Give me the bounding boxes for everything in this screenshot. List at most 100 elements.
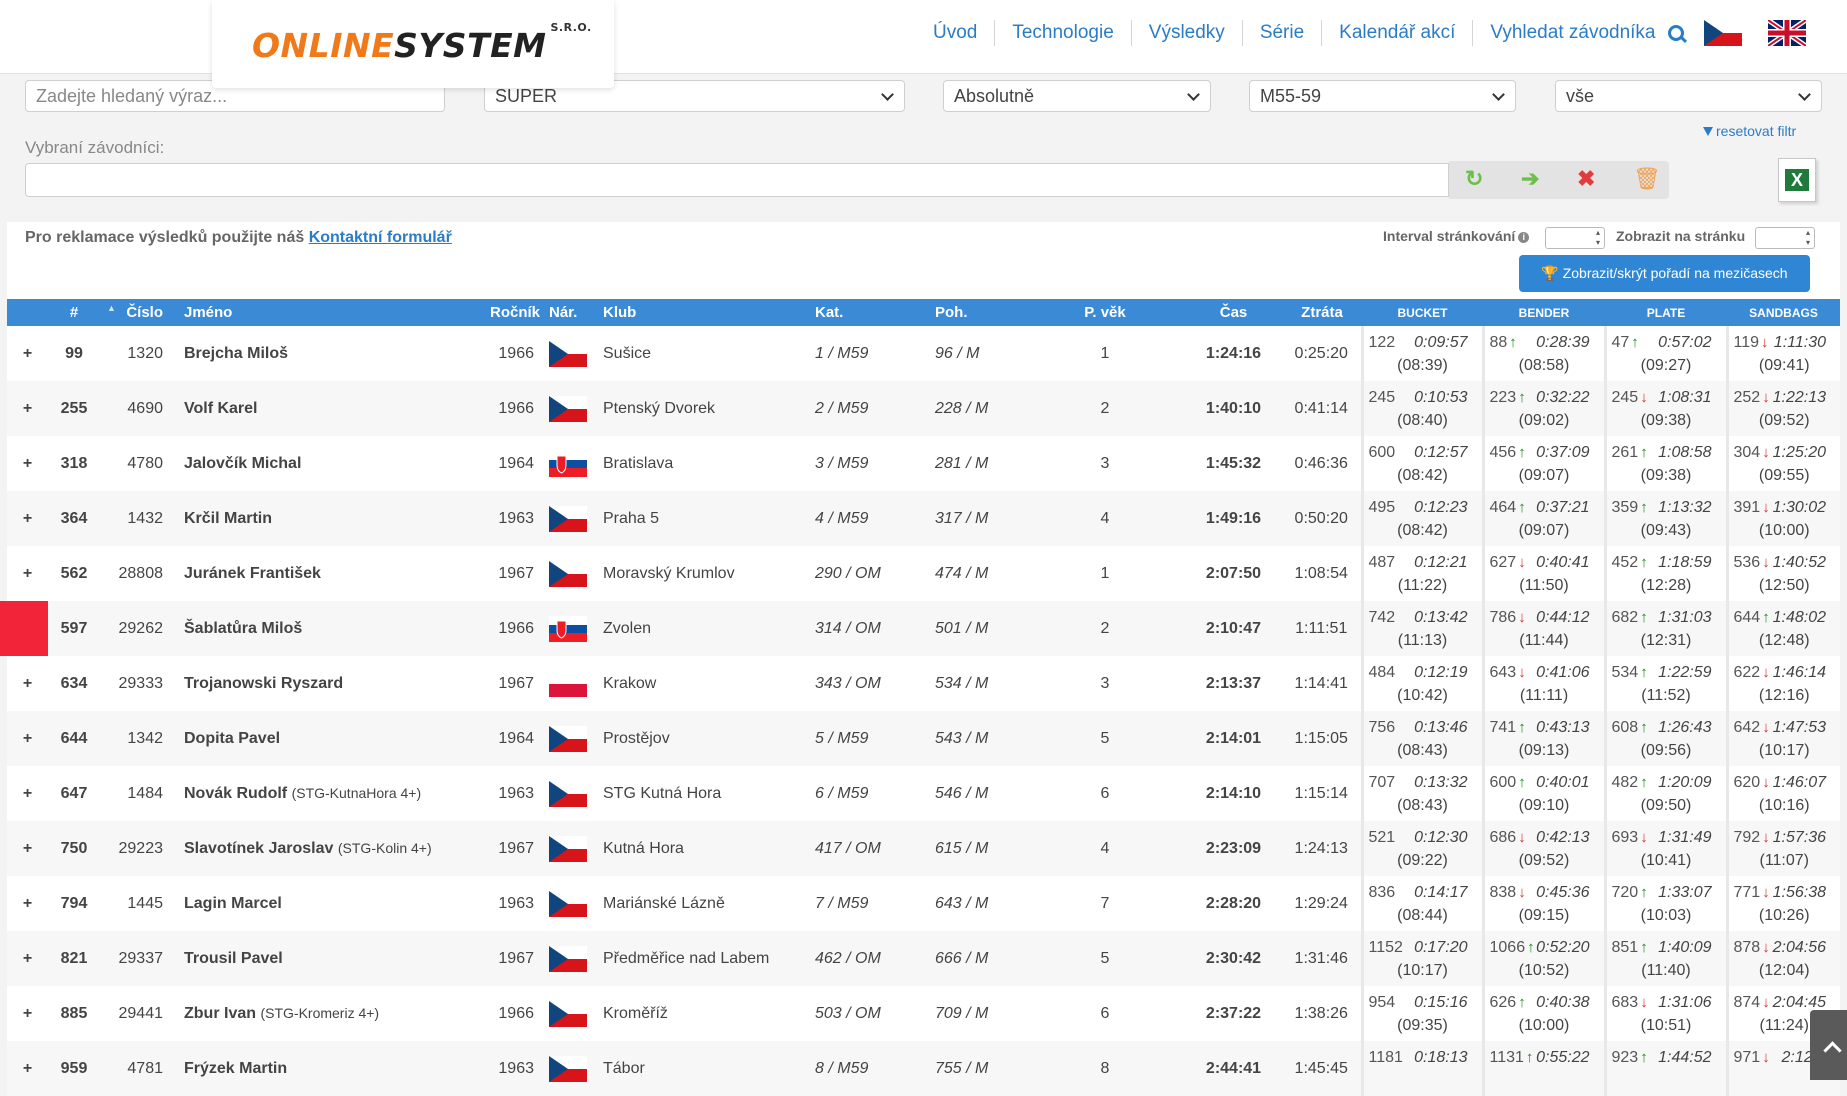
cz-flag-icon[interactable] <box>1704 20 1742 46</box>
row-marker[interactable]: + <box>7 711 48 766</box>
racer-name-cell[interactable]: Dopita Pavel <box>181 711 490 766</box>
expand-plus-icon[interactable]: + <box>23 565 32 582</box>
expand-plus-icon[interactable]: + <box>23 895 32 912</box>
racer-name-cell[interactable]: Juránek František <box>181 546 490 601</box>
table-row[interactable]: +255 4690 Volf Karel 1966 Ptenský Dvorek 2 /… <box>7 381 1840 436</box>
table-row[interactable]: +794 1445 Lagin Marcel 1963 Mariánské Lázně… <box>7 876 1840 931</box>
col-split-bucket[interactable]: BUCKET <box>1362 299 1483 326</box>
racer-name-link[interactable]: Frýzek Martin <box>184 1060 287 1077</box>
uk-flag-icon[interactable] <box>1768 20 1806 46</box>
racer-name-cell[interactable]: Novák Rudolf (STG-KutnaHora 4+) <box>181 766 490 821</box>
arrow-right-icon[interactable]: ➔ <box>1521 167 1539 191</box>
sort-indicator-icon[interactable]: ▲ <box>107 303 116 313</box>
contact-form-link[interactable]: Kontaktní formulář <box>309 229 452 246</box>
row-marker[interactable]: + <box>7 656 48 711</box>
table-row[interactable]: +750 29223 Slavotínek Jaroslav (STG-Kolin … <box>7 821 1840 876</box>
table-row[interactable]: +99 1320 Brejcha Miloš 1966 Sušice 1 / M59 96… <box>7 326 1840 381</box>
racer-name-link[interactable]: Jalovčík Michal <box>184 455 301 472</box>
expand-plus-icon[interactable]: + <box>23 730 32 747</box>
trash-icon[interactable]: 🗑 <box>1633 167 1661 191</box>
racer-name-link[interactable]: Dopita Pavel <box>184 730 280 747</box>
row-marker[interactable]: + <box>7 436 48 491</box>
racer-name-cell[interactable]: Brejcha Miloš <box>181 326 490 381</box>
row-marker[interactable] <box>0 601 48 656</box>
racer-name-link[interactable]: Zbur Ivan <box>184 1005 256 1022</box>
racer-name-link[interactable]: Novák Rudolf <box>184 785 287 802</box>
nav-uvod[interactable]: Úvod <box>916 20 996 46</box>
age-category-select[interactable]: M55-59 <box>1249 80 1516 112</box>
table-row[interactable]: +647 1484 Novák Rudolf (STG-KutnaHora 4+) 1… <box>7 766 1840 821</box>
col-split-bender[interactable]: BENDER <box>1483 299 1605 326</box>
row-marker[interactable]: + <box>7 766 48 821</box>
table-row[interactable]: +634 29333 Trojanowski Ryszard 1967 Krakow 3… <box>7 656 1840 711</box>
row-marker[interactable]: + <box>7 1041 48 1096</box>
table-row[interactable]: +885 29441 Zbur Ivan (STG-Kromeriz 4+) 1966… <box>7 986 1840 1041</box>
expand-plus-icon[interactable]: + <box>23 510 32 527</box>
racer-name-link[interactable]: Juránek František <box>184 565 321 582</box>
per-page-stepper[interactable] <box>1755 227 1815 249</box>
racer-name-link[interactable]: Volf Karel <box>184 400 258 417</box>
col-name[interactable]: Jméno <box>181 299 490 326</box>
racer-name-cell[interactable]: Šablatůra Miloš <box>181 601 490 656</box>
col-year[interactable]: Ročník <box>490 299 549 326</box>
col-split-plate[interactable]: PLATE <box>1605 299 1727 326</box>
expand-plus-icon[interactable]: + <box>23 785 32 802</box>
nav-technologie[interactable]: Technologie <box>995 20 1132 46</box>
racer-name-link[interactable]: Lagin Marcel <box>184 895 282 912</box>
col-category[interactable]: Kat. <box>815 299 935 326</box>
row-marker[interactable]: + <box>7 931 48 986</box>
refresh-icon[interactable]: ↻ <box>1465 167 1483 191</box>
racer-name-link[interactable]: Krčil Martin <box>184 510 272 527</box>
table-row[interactable]: +821 29337 Trousil Pavel 1967 Předměřice na… <box>7 931 1840 986</box>
expand-plus-icon[interactable]: + <box>23 1005 32 1022</box>
racer-name-cell[interactable]: Trousil Pavel <box>181 931 490 986</box>
row-marker[interactable]: + <box>7 986 48 1041</box>
reset-filter-link[interactable]: resetovat filtr <box>1703 123 1796 139</box>
ranking-select[interactable]: Absolutně <box>943 80 1211 112</box>
row-marker[interactable]: + <box>7 381 48 436</box>
expand-plus-icon[interactable]: + <box>23 1060 32 1077</box>
table-row[interactable]: +644 1342 Dopita Pavel 1964 Prostějov 5 / M5… <box>7 711 1840 766</box>
racer-name-link[interactable]: Šablatůra Miloš <box>184 620 302 637</box>
expand-plus-icon[interactable]: + <box>23 345 32 362</box>
col-gender-rank[interactable]: Poh. <box>935 299 1055 326</box>
racer-name-cell[interactable]: Slavotínek Jaroslav (STG-Kolin 4+) <box>181 821 490 876</box>
table-row[interactable]: +562 28808 Juránek František 1967 Moravský … <box>7 546 1840 601</box>
nav-serie[interactable]: Série <box>1243 20 1323 46</box>
col-time[interactable]: Čas <box>1185 299 1282 326</box>
table-row[interactable]: +364 1432 Krčil Martin 1963 Praha 5 4 / M59 3… <box>7 491 1840 546</box>
logo[interactable]: ONLINESYSTEM S.R.O. <box>252 21 591 65</box>
toggle-split-ranks-button[interactable]: 🏆 Zobrazit/skrýt pořadí na mezičasech <box>1519 255 1810 292</box>
nav-search-racer[interactable]: Vyhledat závodníka <box>1473 20 1700 46</box>
col-age-rank[interactable]: P. věk <box>1055 299 1185 326</box>
table-row[interactable]: 597 29262 Šablatůra Miloš 1966 Zvolen 314 / … <box>0 601 1840 656</box>
expand-plus-icon[interactable]: + <box>23 950 32 967</box>
row-marker[interactable]: + <box>7 491 48 546</box>
row-marker[interactable]: + <box>7 876 48 931</box>
table-row[interactable]: +318 4780 Jalovčík Michal 1964 Bratislava 3 … <box>7 436 1840 491</box>
row-marker[interactable]: + <box>7 821 48 876</box>
expand-plus-icon[interactable]: + <box>23 455 32 472</box>
row-marker[interactable]: + <box>7 546 48 601</box>
racer-name-link[interactable]: Trojanowski Ryszard <box>184 675 343 692</box>
racer-name-link[interactable]: Slavotínek Jaroslav <box>184 840 333 857</box>
table-row[interactable]: +959 4781 Frýzek Martin 1963 Tábor 8 / M59 75… <box>7 1041 1840 1096</box>
col-split-sandbags[interactable]: SANDBAGS <box>1727 299 1840 326</box>
racer-name-cell[interactable]: Trojanowski Ryszard <box>181 656 490 711</box>
col-rank[interactable]: # <box>48 299 100 326</box>
col-nation[interactable]: Nár. <box>549 299 597 326</box>
col-loss[interactable]: Ztráta <box>1282 299 1362 326</box>
racer-name-cell[interactable]: Lagin Marcel <box>181 876 490 931</box>
racer-name-cell[interactable]: Krčil Martin <box>181 491 490 546</box>
scope-select[interactable]: vše <box>1555 80 1822 112</box>
racer-name-link[interactable]: Brejcha Miloš <box>184 345 288 362</box>
racer-name-cell[interactable]: Zbur Ivan (STG-Kromeriz 4+) <box>181 986 490 1041</box>
remove-icon[interactable]: ✖ <box>1577 167 1595 191</box>
scroll-to-top-button[interactable] <box>1810 1010 1847 1080</box>
racer-name-cell[interactable]: Frýzek Martin <box>181 1041 490 1096</box>
expand-plus-icon[interactable]: + <box>23 400 32 417</box>
row-marker[interactable]: + <box>7 326 48 381</box>
interval-stepper[interactable] <box>1545 227 1605 249</box>
racer-name-link[interactable]: Trousil Pavel <box>184 950 283 967</box>
racer-name-cell[interactable]: Volf Karel <box>181 381 490 436</box>
